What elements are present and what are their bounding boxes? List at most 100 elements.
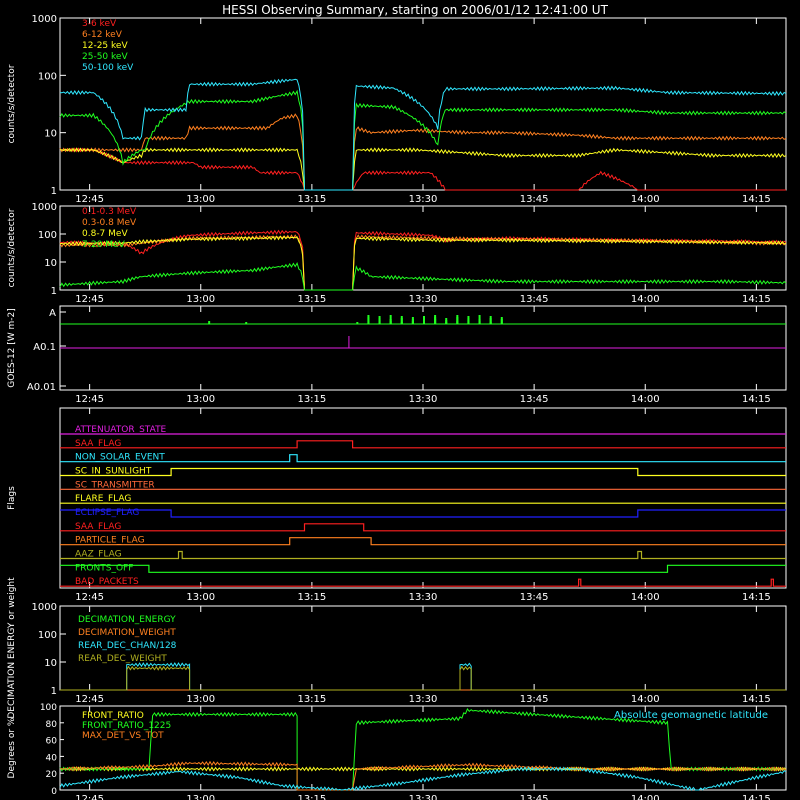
x-tick-label: 14:00 (631, 592, 660, 603)
flag-label: BAD_PACKETS (75, 577, 139, 587)
x-tick-label: 13:30 (409, 592, 438, 603)
goes-activity-bar (400, 318, 403, 324)
legend-entry: 3-6 keV (82, 19, 117, 29)
flag-label: NON_SOLAR_EVENT (75, 453, 165, 463)
x-tick-label: 13:00 (186, 694, 215, 705)
x-tick-label: 14:15 (742, 194, 771, 205)
legend-entry: REAR_DEC_CHAN/128 (78, 641, 177, 651)
y-tick-label: A0.1 (33, 342, 56, 353)
y-tick-label: 1 (51, 186, 57, 197)
y-tick-label: 0 (51, 787, 57, 797)
flag-label: ECLIPSE_FLAG (75, 508, 139, 518)
y-tick-label: 1000 (32, 14, 57, 25)
y-tick-label: 20 (46, 770, 58, 780)
flag-label: SC_IN_SUNLIGHT (75, 467, 152, 477)
goes-activity-bar (500, 319, 503, 324)
y-tick-label: A0.01 (27, 382, 56, 393)
y-tick-label: 1000 (32, 202, 57, 213)
y-tick-label: 100 (38, 71, 57, 82)
flag-label: SC_TRANSMITTER (75, 480, 155, 490)
y-tick-label: 1 (51, 286, 57, 297)
flag-label: PARTICLE_FLAG (75, 536, 145, 546)
y-axis-label: GOES-12 [W m-2] (7, 308, 17, 388)
flag-label: SAA_FLAG (75, 522, 121, 532)
x-tick-label: 14:15 (742, 592, 771, 603)
x-tick-label: 13:00 (186, 294, 215, 305)
y-axis-label: Degrees or % (7, 717, 17, 778)
y-tick-label: 100 (38, 230, 57, 241)
goes-activity-bar (245, 322, 248, 324)
x-tick-label: 13:15 (297, 794, 326, 800)
legend-entry: DECIMATION_WEIGHT (78, 628, 176, 638)
x-tick-label: 13:45 (520, 794, 549, 800)
legend-entry: 0.1-0.3 MeV (82, 207, 137, 217)
y-tick-label: 100 (38, 630, 57, 641)
legend-entry: 12-25 keV (82, 41, 128, 51)
legend-entry: 0.3-0.8 MeV (82, 218, 137, 228)
y-tick-label: 100 (40, 703, 57, 713)
x-tick-label: 12:45 (75, 194, 104, 205)
x-tick-label: 13:45 (520, 294, 549, 305)
x-tick-label: 12:45 (75, 694, 104, 705)
goes-activity-bar (467, 320, 470, 324)
legend-entry: 50-100 keV (82, 63, 134, 73)
legend-entry: 0.8-7 MeV (82, 229, 128, 239)
y-tick-label: 40 (46, 753, 58, 763)
x-tick-label: 14:15 (742, 794, 771, 800)
y-tick-label: 10 (44, 258, 57, 269)
x-tick-label: 13:45 (520, 394, 549, 405)
y-tick-label: 80 (46, 720, 58, 730)
x-tick-label: 13:00 (186, 592, 215, 603)
goes-activity-bar (478, 315, 481, 324)
goes-activity-bar (411, 321, 414, 324)
x-tick-label: 13:15 (297, 294, 326, 305)
legend-entry: REAR_DEC_WEIGHT (78, 654, 167, 664)
x-tick-label: 12:45 (75, 294, 104, 305)
goes-activity-bar (423, 316, 425, 324)
goes-activity-bar (434, 319, 437, 324)
x-tick-label: 14:00 (631, 194, 660, 205)
x-tick-label: 12:45 (75, 394, 104, 405)
legend-entry: 6-12 keV (82, 30, 123, 40)
legend-entry: DECIMATION_ENERGY (78, 615, 176, 625)
x-tick-label: 12:45 (75, 794, 104, 800)
x-tick-label: 14:00 (631, 794, 660, 800)
x-tick-label: 13:45 (520, 694, 549, 705)
legend-entry: FRONT_RATIO (82, 711, 144, 721)
x-tick-label: 13:45 (520, 592, 549, 603)
x-tick-label: 13:15 (297, 394, 326, 405)
x-tick-label: 13:00 (186, 394, 215, 405)
legend-entry: FRONT_RATIO_1225 (82, 721, 171, 731)
x-tick-label: 14:15 (742, 294, 771, 305)
x-tick-label: 14:00 (631, 394, 660, 405)
goes-activity-bar (378, 320, 381, 324)
x-tick-label: 13:30 (409, 394, 438, 405)
legend-entry: MAX_DET_VS_TOT (82, 731, 164, 741)
hessi-summary-figure: HESSI Observing Summary, starting on 200… (0, 0, 800, 800)
x-tick-label: 13:15 (297, 592, 326, 603)
flag-label: AAZ_FLAG (75, 550, 122, 560)
y-axis-label: DECIMATION ENERGY or weight (7, 577, 17, 719)
x-tick-label: 13:45 (520, 194, 549, 205)
y-tick-label: A (49, 308, 56, 319)
goes-activity-bar (445, 322, 448, 324)
y-tick-label: 10 (44, 658, 57, 669)
y-tick-label: 1000 (32, 602, 57, 613)
x-tick-label: 12:45 (75, 592, 104, 603)
goes-activity-bar (456, 317, 459, 324)
y-axis-label: Flags (7, 486, 17, 510)
x-tick-label: 14:00 (631, 694, 660, 705)
goes-activity-bar (489, 318, 492, 324)
goes-activity-bar (367, 317, 370, 324)
x-tick-label: 13:15 (297, 194, 326, 205)
goes-activity-bar (389, 315, 392, 324)
x-tick-label: 13:30 (409, 694, 438, 705)
x-tick-label: 13:30 (409, 294, 438, 305)
x-tick-label: 13:15 (297, 694, 326, 705)
x-tick-label: 14:00 (631, 294, 660, 305)
goes-activity-bar (208, 321, 211, 324)
x-tick-label: 13:00 (186, 194, 215, 205)
figure-title: HESSI Observing Summary, starting on 200… (222, 3, 608, 17)
y-tick-label: 60 (46, 737, 58, 747)
x-tick-label: 14:15 (742, 394, 771, 405)
